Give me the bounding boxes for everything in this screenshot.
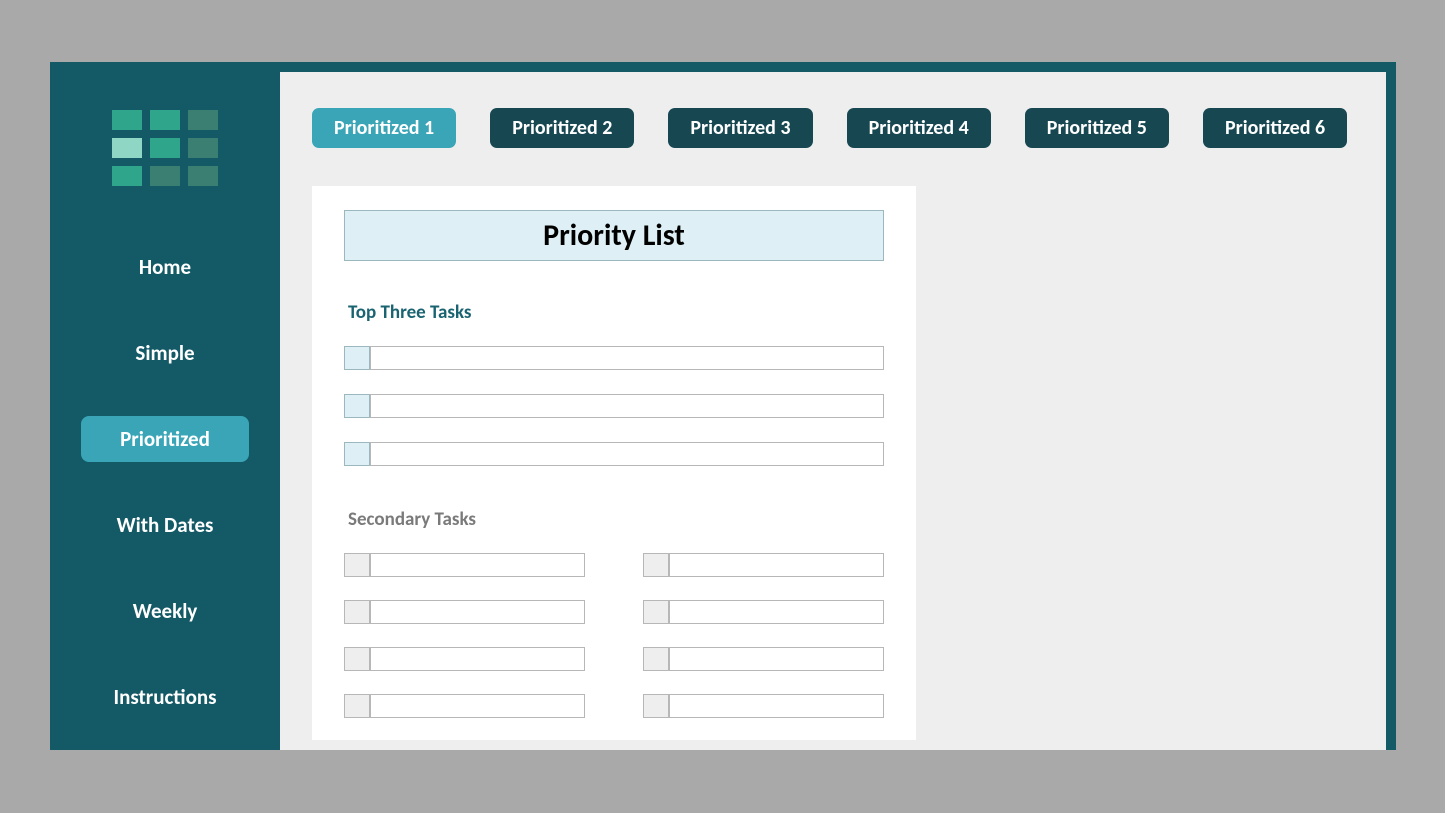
secondary-task-input-2[interactable] xyxy=(669,553,884,577)
sidebar: Home Simple Prioritized With Dates Weekl… xyxy=(50,62,280,750)
top-task-input-1[interactable] xyxy=(370,346,884,370)
secondary-tasks-grid xyxy=(344,553,884,718)
sheet-title: Priority List xyxy=(344,210,884,261)
secondary-task-row xyxy=(643,553,884,577)
secondary-task-row xyxy=(643,694,884,718)
secondary-task-row xyxy=(344,600,585,624)
secondary-task-checkbox-4[interactable] xyxy=(643,600,669,624)
secondary-task-checkbox-7[interactable] xyxy=(344,694,370,718)
tab-prioritized-6[interactable]: Prioritized 6 xyxy=(1203,108,1347,148)
secondary-task-checkbox-6[interactable] xyxy=(643,647,669,671)
top-task-input-2[interactable] xyxy=(370,394,884,418)
secondary-task-row xyxy=(643,647,884,671)
secondary-task-row xyxy=(344,647,585,671)
priority-sheet: Priority List Top Three Tasks Secondary … xyxy=(312,186,916,740)
sidebar-item-weekly[interactable]: Weekly xyxy=(81,588,249,634)
tab-prioritized-4[interactable]: Prioritized 4 xyxy=(847,108,991,148)
section-top-three-tasks: Top Three Tasks xyxy=(348,301,884,324)
secondary-task-checkbox-2[interactable] xyxy=(643,553,669,577)
sidebar-item-prioritized[interactable]: Prioritized xyxy=(81,416,249,462)
secondary-task-checkbox-8[interactable] xyxy=(643,694,669,718)
secondary-task-input-7[interactable] xyxy=(370,694,585,718)
secondary-task-checkbox-3[interactable] xyxy=(344,600,370,624)
top-task-row xyxy=(344,394,884,418)
top-task-checkbox-1[interactable] xyxy=(344,346,370,370)
section-secondary-tasks: Secondary Tasks xyxy=(348,508,884,531)
sidebar-item-simple[interactable]: Simple xyxy=(81,330,249,376)
sidebar-item-with-dates[interactable]: With Dates xyxy=(81,502,249,548)
sidebar-item-instructions[interactable]: Instructions xyxy=(81,674,249,720)
secondary-task-input-4[interactable] xyxy=(669,600,884,624)
tabs-row: Prioritized 1 Prioritized 2 Prioritized … xyxy=(312,108,1362,148)
top-task-checkbox-3[interactable] xyxy=(344,442,370,466)
tab-prioritized-3[interactable]: Prioritized 3 xyxy=(668,108,812,148)
tab-prioritized-2[interactable]: Prioritized 2 xyxy=(490,108,634,148)
secondary-task-input-6[interactable] xyxy=(669,647,884,671)
secondary-task-input-1[interactable] xyxy=(370,553,585,577)
tab-prioritized-5[interactable]: Prioritized 5 xyxy=(1025,108,1169,148)
app-frame: Home Simple Prioritized With Dates Weekl… xyxy=(50,62,1396,750)
secondary-task-input-8[interactable] xyxy=(669,694,884,718)
secondary-task-checkbox-1[interactable] xyxy=(344,553,370,577)
tab-prioritized-1[interactable]: Prioritized 1 xyxy=(312,108,456,148)
secondary-task-row xyxy=(643,600,884,624)
secondary-task-row xyxy=(344,694,585,718)
top-task-input-3[interactable] xyxy=(370,442,884,466)
sidebar-item-home[interactable]: Home xyxy=(81,244,249,290)
top-task-row xyxy=(344,442,884,466)
main-area: Prioritized 1 Prioritized 2 Prioritized … xyxy=(280,72,1386,750)
top-task-row xyxy=(344,346,884,370)
secondary-task-checkbox-5[interactable] xyxy=(344,647,370,671)
logo-icon xyxy=(112,110,218,186)
secondary-task-input-3[interactable] xyxy=(370,600,585,624)
secondary-task-row xyxy=(344,553,585,577)
secondary-task-input-5[interactable] xyxy=(370,647,585,671)
top-task-checkbox-2[interactable] xyxy=(344,394,370,418)
